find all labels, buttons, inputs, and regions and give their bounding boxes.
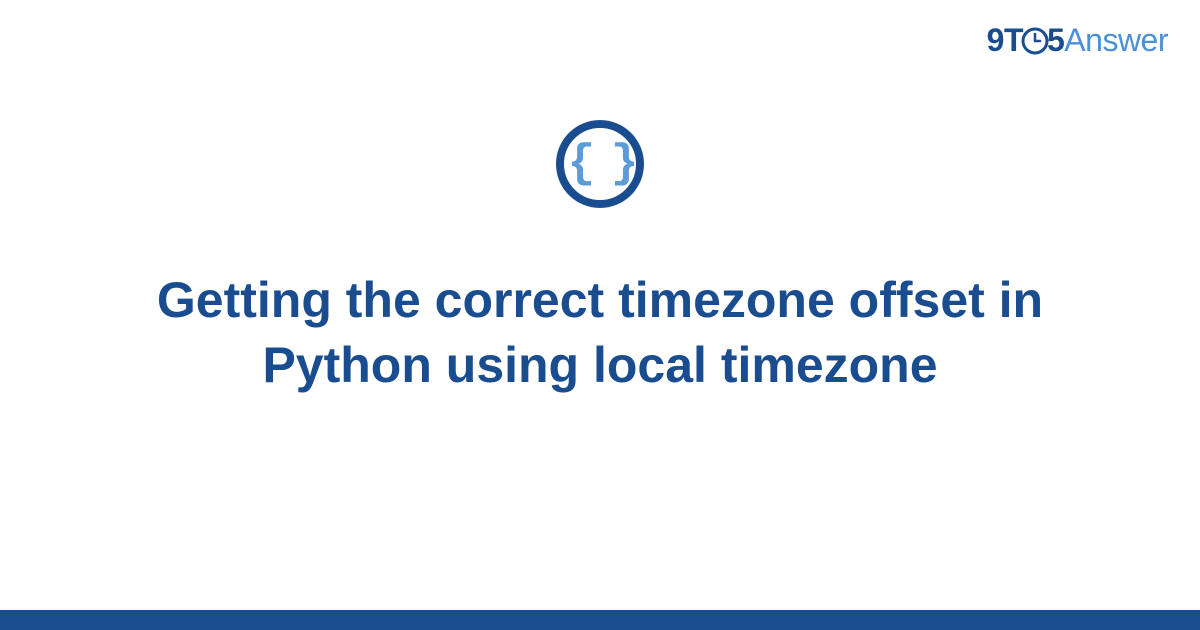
- main-content: { } Getting the correct timezone offset …: [0, 120, 1200, 398]
- site-logo: 9T 5Answer: [987, 22, 1168, 59]
- code-badge-icon: { }: [556, 120, 644, 208]
- logo-answer: Answer: [1064, 22, 1168, 58]
- logo-5: 5: [1047, 22, 1064, 58]
- braces-icon: { }: [568, 138, 633, 190]
- clock-icon: [1021, 27, 1049, 55]
- page-title: Getting the correct timezone offset in P…: [50, 268, 1150, 398]
- footer-bar: [0, 610, 1200, 630]
- logo-9: 9: [987, 22, 1004, 58]
